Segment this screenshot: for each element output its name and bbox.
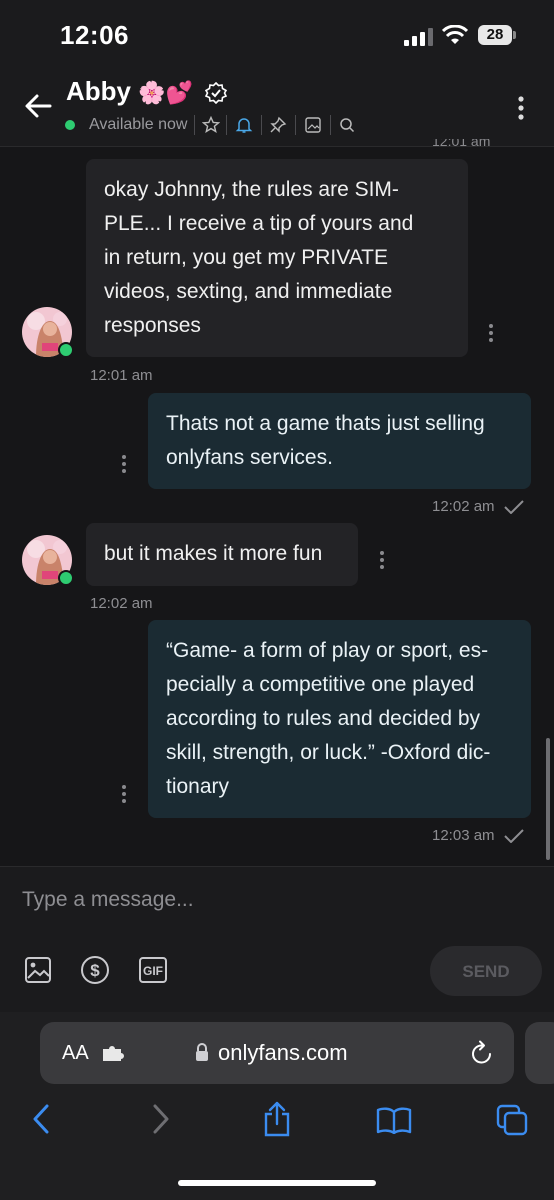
signal-icon [404,28,434,46]
message-line: according to rules and decided by [166,707,481,730]
message-time: 12:02 am [90,595,153,612]
reload-icon[interactable] [470,1040,494,1066]
star-icon[interactable] [202,116,220,134]
forward-chevron-icon[interactable] [150,1104,172,1134]
kebab-menu-icon[interactable] [517,96,525,120]
back-arrow-icon[interactable] [24,92,52,120]
message-line: PLE... I receive a tip of yours and [104,212,414,235]
message-line: tionary [166,775,230,798]
presence-text: Available now [89,116,188,133]
message-options-icon[interactable] [121,784,127,804]
url-text: onlyfans.com [218,1040,348,1065]
message-line: videos, sexting, and immediate [104,280,393,303]
verified-badge-icon [205,82,227,104]
tip-dollar-icon[interactable]: $ [80,955,110,985]
sent-check-icon [504,500,524,514]
reader-settings-button[interactable]: AA [62,1042,89,1065]
message-bubble-outgoing[interactable]: Thats not a game thats just selling only… [148,393,531,489]
bell-icon[interactable] [235,116,253,134]
wifi-icon [442,25,468,45]
bookmarks-book-icon[interactable] [376,1106,412,1134]
extension-puzzle-icon[interactable] [101,1045,125,1063]
home-indicator [178,1180,376,1186]
online-status-dot [58,570,74,586]
svg-text:GIF: GIF [143,964,163,978]
name-emoji: 🌸💕 [138,80,194,105]
message-bubble-incoming[interactable]: but it makes it more fun [86,523,358,586]
header-divider [261,115,262,135]
contact-name-text: Abby [66,76,131,106]
chat-scrollbar[interactable] [546,738,550,860]
battery-icon: 28 [478,25,512,45]
online-status-dot [58,342,74,358]
search-icon[interactable] [339,117,355,133]
message-line: responses [104,314,201,337]
message-line: “Game- a form of play or sport, es- [166,639,489,662]
header-divider [330,115,331,135]
sent-check-icon [504,829,524,843]
header-divider [295,115,296,135]
next-tab-pill[interactable] [525,1022,554,1084]
message-line: in return, you get my PRIVATE [104,246,388,269]
svg-text:$: $ [90,961,100,980]
message-bubble-outgoing[interactable]: “Game- a form of play or sport, es- peci… [148,620,531,818]
attach-image-icon[interactable] [24,956,52,984]
lock-icon [194,1042,210,1062]
header-divider [194,115,195,135]
gif-icon[interactable]: GIF [138,956,168,984]
message-line: pecially a competitive one played [166,673,475,696]
message-options-icon[interactable] [379,550,385,570]
battery-tip [513,31,516,39]
pin-icon[interactable] [269,116,287,134]
image-gallery-icon[interactable] [304,116,322,134]
message-options-icon[interactable] [121,454,127,474]
message-line: okay Johnny, the rules are SIM- [104,178,399,201]
message-time: 12:01 am [90,367,153,384]
message-input[interactable] [22,884,522,916]
message-line: Thats not a game thats just selling [166,412,485,435]
send-button[interactable]: SEND [430,946,542,996]
status-clock: 12:06 [60,20,129,50]
message-time: 12:02 am [432,498,495,515]
tabs-icon[interactable] [496,1104,528,1136]
header-divider [226,115,227,135]
message-line: onlyfans services. [166,446,333,469]
share-icon[interactable] [262,1100,292,1138]
message-options-icon[interactable] [488,323,494,343]
message-line: but it makes it more fun [104,542,323,565]
message-time: 12:03 am [432,827,495,844]
message-line: skill, strength, or luck.” -Oxford dic- [166,741,491,764]
contact-name[interactable]: Abby 🌸💕 [66,76,193,107]
back-chevron-icon[interactable] [30,1104,52,1134]
message-bubble-incoming[interactable]: okay Johnny, the rules are SIM- PLE... I… [86,159,468,357]
online-status-dot [65,120,75,130]
